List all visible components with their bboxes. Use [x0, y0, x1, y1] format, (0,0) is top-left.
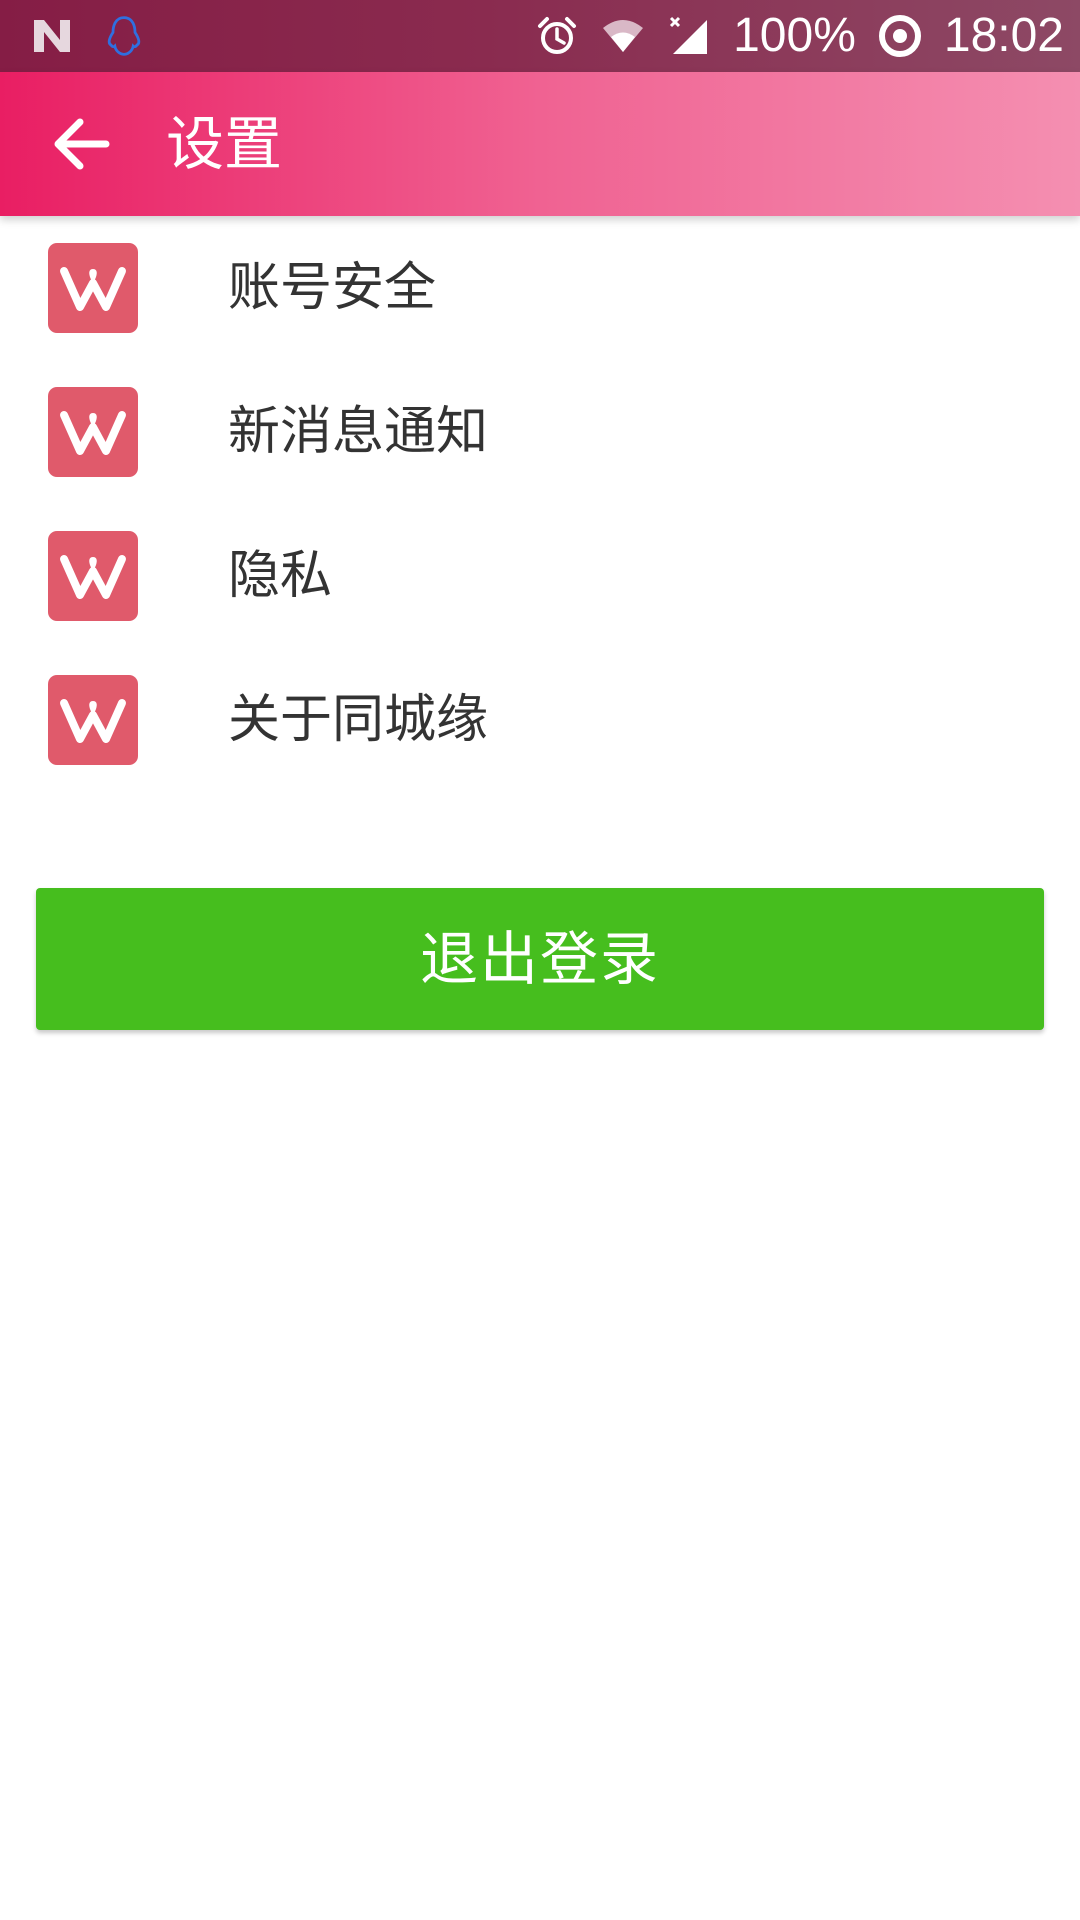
- wifi-icon: [603, 20, 644, 52]
- battery-percent: 100%: [733, 9, 856, 62]
- back-button[interactable]: [44, 108, 120, 180]
- app-logo-icon: [48, 675, 138, 765]
- signal-icon: [670, 16, 708, 54]
- settings-item-account-security[interactable]: 账号安全: [0, 216, 1080, 360]
- settings-item-privacy[interactable]: 隐私: [0, 504, 1080, 648]
- settings-item-label: 关于同城缘: [228, 690, 489, 750]
- page-title: 设置: [166, 110, 283, 178]
- settings-list: 账号安全 新消息通知 隐私 关于同城缘: [0, 216, 1080, 792]
- status-icons: 100% 18:02: [513, 0, 1064, 72]
- settings-item-notifications[interactable]: 新消息通知: [0, 360, 1080, 504]
- settings-item-about[interactable]: 关于同城缘: [0, 648, 1080, 792]
- qq-penguin-icon: [107, 16, 141, 56]
- settings-item-label: 新消息通知: [228, 402, 489, 462]
- settings-item-label: 账号安全: [228, 258, 437, 318]
- arrow-left-icon: [54, 118, 110, 170]
- logout-button[interactable]: 退出登录: [36, 888, 1044, 1030]
- settings-item-label: 隐私: [228, 546, 333, 606]
- data-saver-icon: [878, 15, 921, 57]
- app-logo-icon: [48, 243, 138, 333]
- app-logo-icon: [48, 531, 138, 621]
- alarm-icon: [538, 17, 577, 54]
- n-notification-icon: [34, 20, 70, 52]
- app-logo-icon: [48, 387, 138, 477]
- clock: 18:02: [943, 9, 1064, 62]
- app-bar: 设置: [0, 72, 1080, 216]
- status-bar: 100% 18:02: [0, 0, 1080, 72]
